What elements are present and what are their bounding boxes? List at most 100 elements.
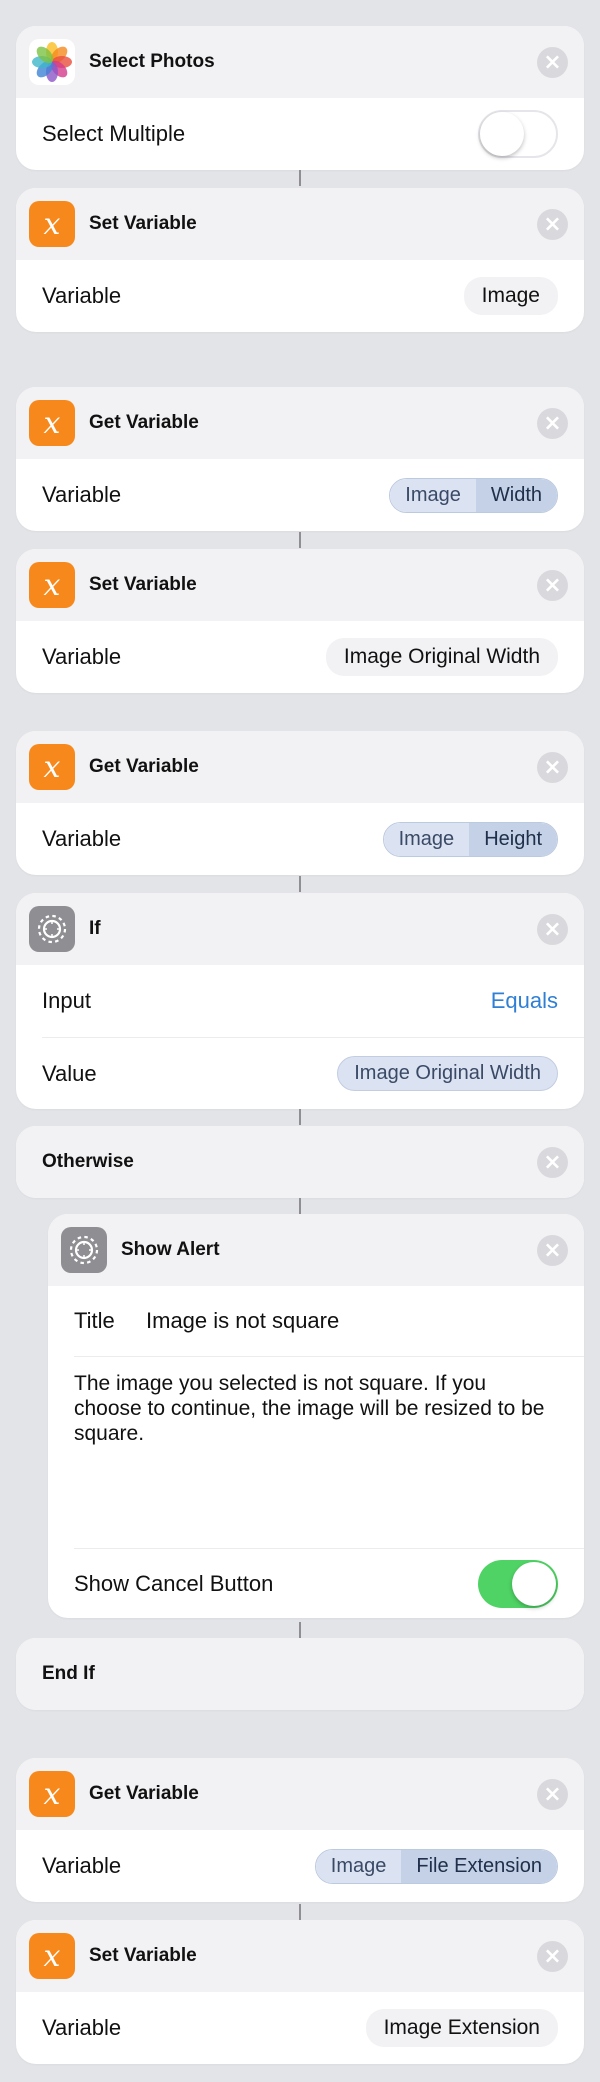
alert-title-row: Title Image is not square (48, 1286, 584, 1356)
action-header: Show Alert × (48, 1214, 584, 1286)
variable-token-name: Image (390, 478, 476, 512)
variable-row: Variable Image Height (16, 803, 584, 875)
row-label: Show Cancel Button (74, 1570, 274, 1596)
variable-row: Variable Image Original Width (16, 621, 584, 693)
row-label: Variable (42, 482, 122, 507)
row-label: Variable (42, 1853, 122, 1878)
toggle-knob (480, 112, 524, 156)
if-action[interactable]: If × Input Equals Value Image Original W… (16, 893, 584, 1109)
get-variable-action[interactable]: 𝑥 Get Variable × Variable Image File Ext… (16, 1758, 584, 1902)
alert-title-field[interactable]: Image is not square (146, 1308, 339, 1334)
select-multiple-row: Select Multiple (16, 98, 584, 170)
action-header: End If (16, 1638, 584, 1710)
value-row: Value Image Original Width (42, 1037, 584, 1109)
close-icon[interactable]: × (537, 407, 568, 439)
close-icon[interactable]: × (537, 46, 568, 78)
show-cancel-row: Show Cancel Button (74, 1548, 584, 1618)
close-icon[interactable]: × (537, 751, 568, 783)
close-icon[interactable]: × (537, 208, 568, 240)
action-header: 𝑥 Get Variable × (16, 387, 584, 459)
photos-app-icon (29, 39, 75, 85)
close-icon[interactable]: × (537, 913, 568, 945)
row-label: Value (42, 1060, 97, 1086)
variable-token-name: Image (315, 1849, 402, 1883)
row-label: Variable (42, 2015, 122, 2040)
action-header: 𝑥 Set Variable × (16, 188, 584, 260)
show-alert-action[interactable]: Show Alert × Title Image is not square T… (48, 1214, 584, 1618)
condition-selector[interactable]: Equals (491, 988, 558, 1014)
action-title: End If (42, 1663, 95, 1684)
close-icon[interactable]: × (537, 1940, 568, 1972)
close-icon[interactable]: × (537, 569, 568, 601)
variable-token[interactable]: Image Original Width (337, 1056, 558, 1091)
action-title: Get Variable (89, 756, 199, 777)
variable-token-name: Image (383, 822, 470, 856)
variable-name-field[interactable]: Image (463, 277, 558, 315)
variable-x-icon: 𝑥 (29, 1933, 75, 1979)
variable-token-property[interactable]: File Extension (401, 1849, 557, 1883)
connector-line (299, 532, 301, 548)
variable-token[interactable]: Image Height (382, 821, 558, 857)
variable-x-icon: 𝑥 (29, 201, 75, 247)
variable-token[interactable]: Image Width (389, 477, 558, 513)
input-row: Input Equals (16, 965, 584, 1037)
variable-row: Variable Image File Extension (16, 1830, 584, 1902)
variable-row: Variable Image (16, 260, 584, 332)
connector-line (299, 1904, 301, 1920)
action-title: Select Photos (89, 51, 215, 72)
close-icon[interactable]: × (537, 1234, 568, 1266)
action-header: If × (16, 893, 584, 965)
row-label: Title (74, 1308, 115, 1333)
end-if-action[interactable]: End If (16, 1638, 584, 1710)
variable-row: Variable Image Extension (16, 1992, 584, 2064)
action-title: Otherwise (42, 1151, 134, 1172)
row-label: Input (42, 988, 91, 1013)
close-icon[interactable]: × (537, 1778, 568, 1810)
otherwise-action[interactable]: Otherwise × (16, 1126, 584, 1198)
variable-row: Variable Image Width (16, 459, 584, 531)
select-multiple-toggle[interactable] (478, 110, 558, 158)
set-variable-action[interactable]: 𝑥 Set Variable × Variable Image (16, 188, 584, 332)
variable-name-field[interactable]: Image Extension (365, 2009, 558, 2047)
select-photos-action[interactable]: Select Photos × Select Multiple (16, 26, 584, 170)
gear-icon (61, 1227, 107, 1273)
alert-message-field[interactable]: The image you selected is not square. If… (74, 1356, 584, 1548)
row-label: Select Multiple (42, 121, 186, 146)
variable-x-icon: 𝑥 (29, 562, 75, 608)
action-title: Show Alert (121, 1239, 220, 1260)
action-header: Otherwise × (16, 1126, 584, 1198)
set-variable-action[interactable]: 𝑥 Set Variable × Variable Image Extensio… (16, 1920, 584, 2064)
connector-line (299, 1622, 301, 1638)
variable-x-icon: 𝑥 (29, 400, 75, 446)
connector-line (299, 1198, 301, 1214)
row-label: Variable (42, 826, 122, 851)
gear-icon (29, 906, 75, 952)
action-title: Set Variable (89, 574, 197, 595)
variable-name-field[interactable]: Image Original Width (325, 638, 558, 676)
variable-token[interactable]: Image File Extension (314, 1848, 558, 1884)
get-variable-action[interactable]: 𝑥 Get Variable × Variable Image Width (16, 387, 584, 531)
connector-line (299, 1109, 301, 1125)
connector-line (299, 170, 301, 186)
action-header: Select Photos × (16, 26, 584, 98)
action-title: Get Variable (89, 412, 199, 433)
toggle-knob (512, 1561, 556, 1606)
action-header: 𝑥 Get Variable × (16, 731, 584, 803)
row-label: Variable (42, 283, 122, 308)
variable-x-icon: 𝑥 (29, 1771, 75, 1817)
action-title: Set Variable (89, 1945, 197, 1966)
variable-x-icon: 𝑥 (29, 744, 75, 790)
action-header: 𝑥 Set Variable × (16, 549, 584, 621)
row-label: Variable (42, 644, 122, 669)
connector-line (299, 876, 301, 892)
close-icon[interactable]: × (537, 1146, 568, 1178)
action-header: 𝑥 Get Variable × (16, 1758, 584, 1830)
action-header: 𝑥 Set Variable × (16, 1920, 584, 1992)
set-variable-action[interactable]: 𝑥 Set Variable × Variable Image Original… (16, 549, 584, 693)
get-variable-action[interactable]: 𝑥 Get Variable × Variable Image Height (16, 731, 584, 875)
variable-token-property[interactable]: Height (469, 822, 557, 856)
action-title: Get Variable (89, 1783, 199, 1804)
show-cancel-toggle[interactable] (478, 1559, 558, 1608)
variable-token-property[interactable]: Width (475, 478, 557, 512)
action-title: If (89, 918, 101, 939)
